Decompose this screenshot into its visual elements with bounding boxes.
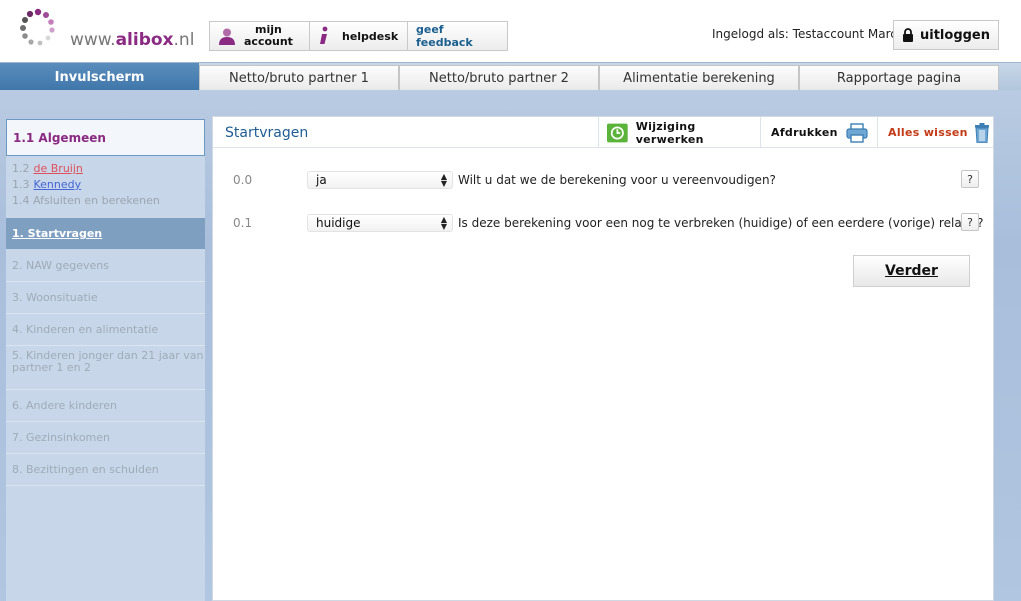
user-icon <box>219 28 235 45</box>
info-icon <box>320 26 328 44</box>
feedback-button[interactable]: geef feedback <box>408 22 507 50</box>
page-title: Startvragen <box>225 125 309 141</box>
simplify-select[interactable]: ja ▲ ▼ <box>307 171 453 189</box>
tab-netto-bruto-partner-2[interactable]: Netto/bruto partner 2 <box>399 65 599 91</box>
print-button[interactable]: Afdrukken <box>760 117 877 148</box>
logout-button[interactable]: uitloggen <box>893 20 999 50</box>
panel-header: Startvragen Wijziging verwerken Afdrukke… <box>213 117 993 148</box>
logged-in-status: Ingelogd als: Testaccount Marcel <box>712 27 908 41</box>
sidebar-sub-item-afsluiten[interactable]: 1.4 Afsluiten en berekenen <box>12 193 160 209</box>
process-changes-button[interactable]: Wijziging verwerken <box>598 117 760 148</box>
header: www.alibox.nl mijn account helpdesk geef… <box>0 0 1021 62</box>
helpdesk-label: helpdesk <box>342 29 399 43</box>
clock-check-icon <box>607 123 628 142</box>
sidebar-item-kinderen-alimentatie[interactable]: 4. Kinderen en alimentatie <box>6 314 205 346</box>
trash-icon <box>974 122 989 143</box>
sidebar-sub-item: 1.3 Kennedy <box>12 178 82 191</box>
sidebar-item-bezittingen-schulden[interactable]: 8. Bezittingen en schulden <box>6 454 205 486</box>
question-label: Is deze berekening voor een nog te verbr… <box>458 216 984 230</box>
my-account-button[interactable]: mijn account <box>210 22 310 50</box>
content-panel: Startvragen Wijziging verwerken Afdrukke… <box>212 116 994 601</box>
question-label: Wilt u dat we de berekening voor u veree… <box>458 173 776 187</box>
clear-all-label: Alles wissen <box>888 126 968 139</box>
continue-button[interactable]: Verder <box>853 255 970 287</box>
lock-icon <box>903 28 913 42</box>
partner-1-link[interactable]: de Bruijn <box>34 162 83 175</box>
sidebar-item-startvragen[interactable]: 1. Startvragen <box>6 218 205 249</box>
help-button[interactable]: ? <box>961 170 979 188</box>
process-changes-label: Wijziging verwerken <box>635 119 704 146</box>
sidebar-sub-item: 1.2 de Bruijn <box>12 162 83 175</box>
print-label: Afdrukken <box>771 126 838 139</box>
tab-rapportage-pagina[interactable]: Rapportage pagina <box>799 65 999 91</box>
question-row-0-1: 0.1 huidige ▲ ▼ Is deze berekening voor e… <box>213 213 993 233</box>
sidebar-heading[interactable]: 1.1 Algemeen <box>6 119 205 156</box>
sidebar-subsections: 1.2 de Bruijn 1.3 Kennedy 1.4 Afsluiten en… <box>12 161 160 209</box>
sidebar-item-naw-gegevens[interactable]: 2. NAW gegevens <box>6 250 205 282</box>
partner-2-link[interactable]: Kennedy <box>34 178 82 191</box>
sidebar: 1.1 Algemeen 1.2 de Bruijn 1.3 Kennedy 1.4… <box>6 119 205 601</box>
relation-select[interactable]: huidige ▲ ▼ <box>307 214 453 232</box>
dots-ring-logo-icon <box>20 8 55 46</box>
tab-netto-bruto-partner-1[interactable]: Netto/bruto partner 1 <box>199 65 399 91</box>
sidebar-item-kinderen-jonger-21[interactable]: 5. Kinderen jonger dan 21 jaar van partn… <box>6 346 205 390</box>
tab-alimentatie-berekening[interactable]: Alimentatie berekening <box>599 65 799 91</box>
logo-text: www.alibox.nl <box>70 30 195 50</box>
question-number: 0.0 <box>233 173 253 187</box>
question-number: 0.1 <box>233 216 253 230</box>
sidebar-item-andere-kinderen[interactable]: 6. Andere kinderen <box>6 390 205 422</box>
question-row-0-0: 0.0 ja ▲ ▼ Wilt u dat we de berekening vo… <box>213 170 993 190</box>
relation-select-value: huidige <box>316 216 361 230</box>
logout-label: uitloggen <box>920 27 990 43</box>
helpdesk-button[interactable]: helpdesk <box>310 22 408 50</box>
sidebar-item-gezinsinkomen[interactable]: 7. Gezinsinkomen <box>6 422 205 454</box>
simplify-select-value: ja <box>316 173 327 187</box>
main-tab-bar: Invulscherm Netto/bruto partner 1 Netto/… <box>0 62 1021 91</box>
help-button[interactable]: ? <box>961 213 979 231</box>
sidebar-item-woonsituatie[interactable]: 3. Woonsituatie <box>6 282 205 314</box>
clear-all-button[interactable]: Alles wissen <box>877 117 993 148</box>
feedback-label: geef feedback <box>416 23 473 49</box>
select-arrows-icon: ▲ ▼ <box>440 172 447 188</box>
tab-invulscherm[interactable]: Invulscherm <box>0 63 199 91</box>
alibox-logo[interactable]: www.alibox.nl <box>18 6 194 52</box>
printer-icon <box>846 122 868 143</box>
top-navigation: mijn account helpdesk geef feedback <box>209 21 508 51</box>
my-account-label: mijn account <box>244 23 293 48</box>
select-arrows-icon: ▲ ▼ <box>440 215 447 231</box>
